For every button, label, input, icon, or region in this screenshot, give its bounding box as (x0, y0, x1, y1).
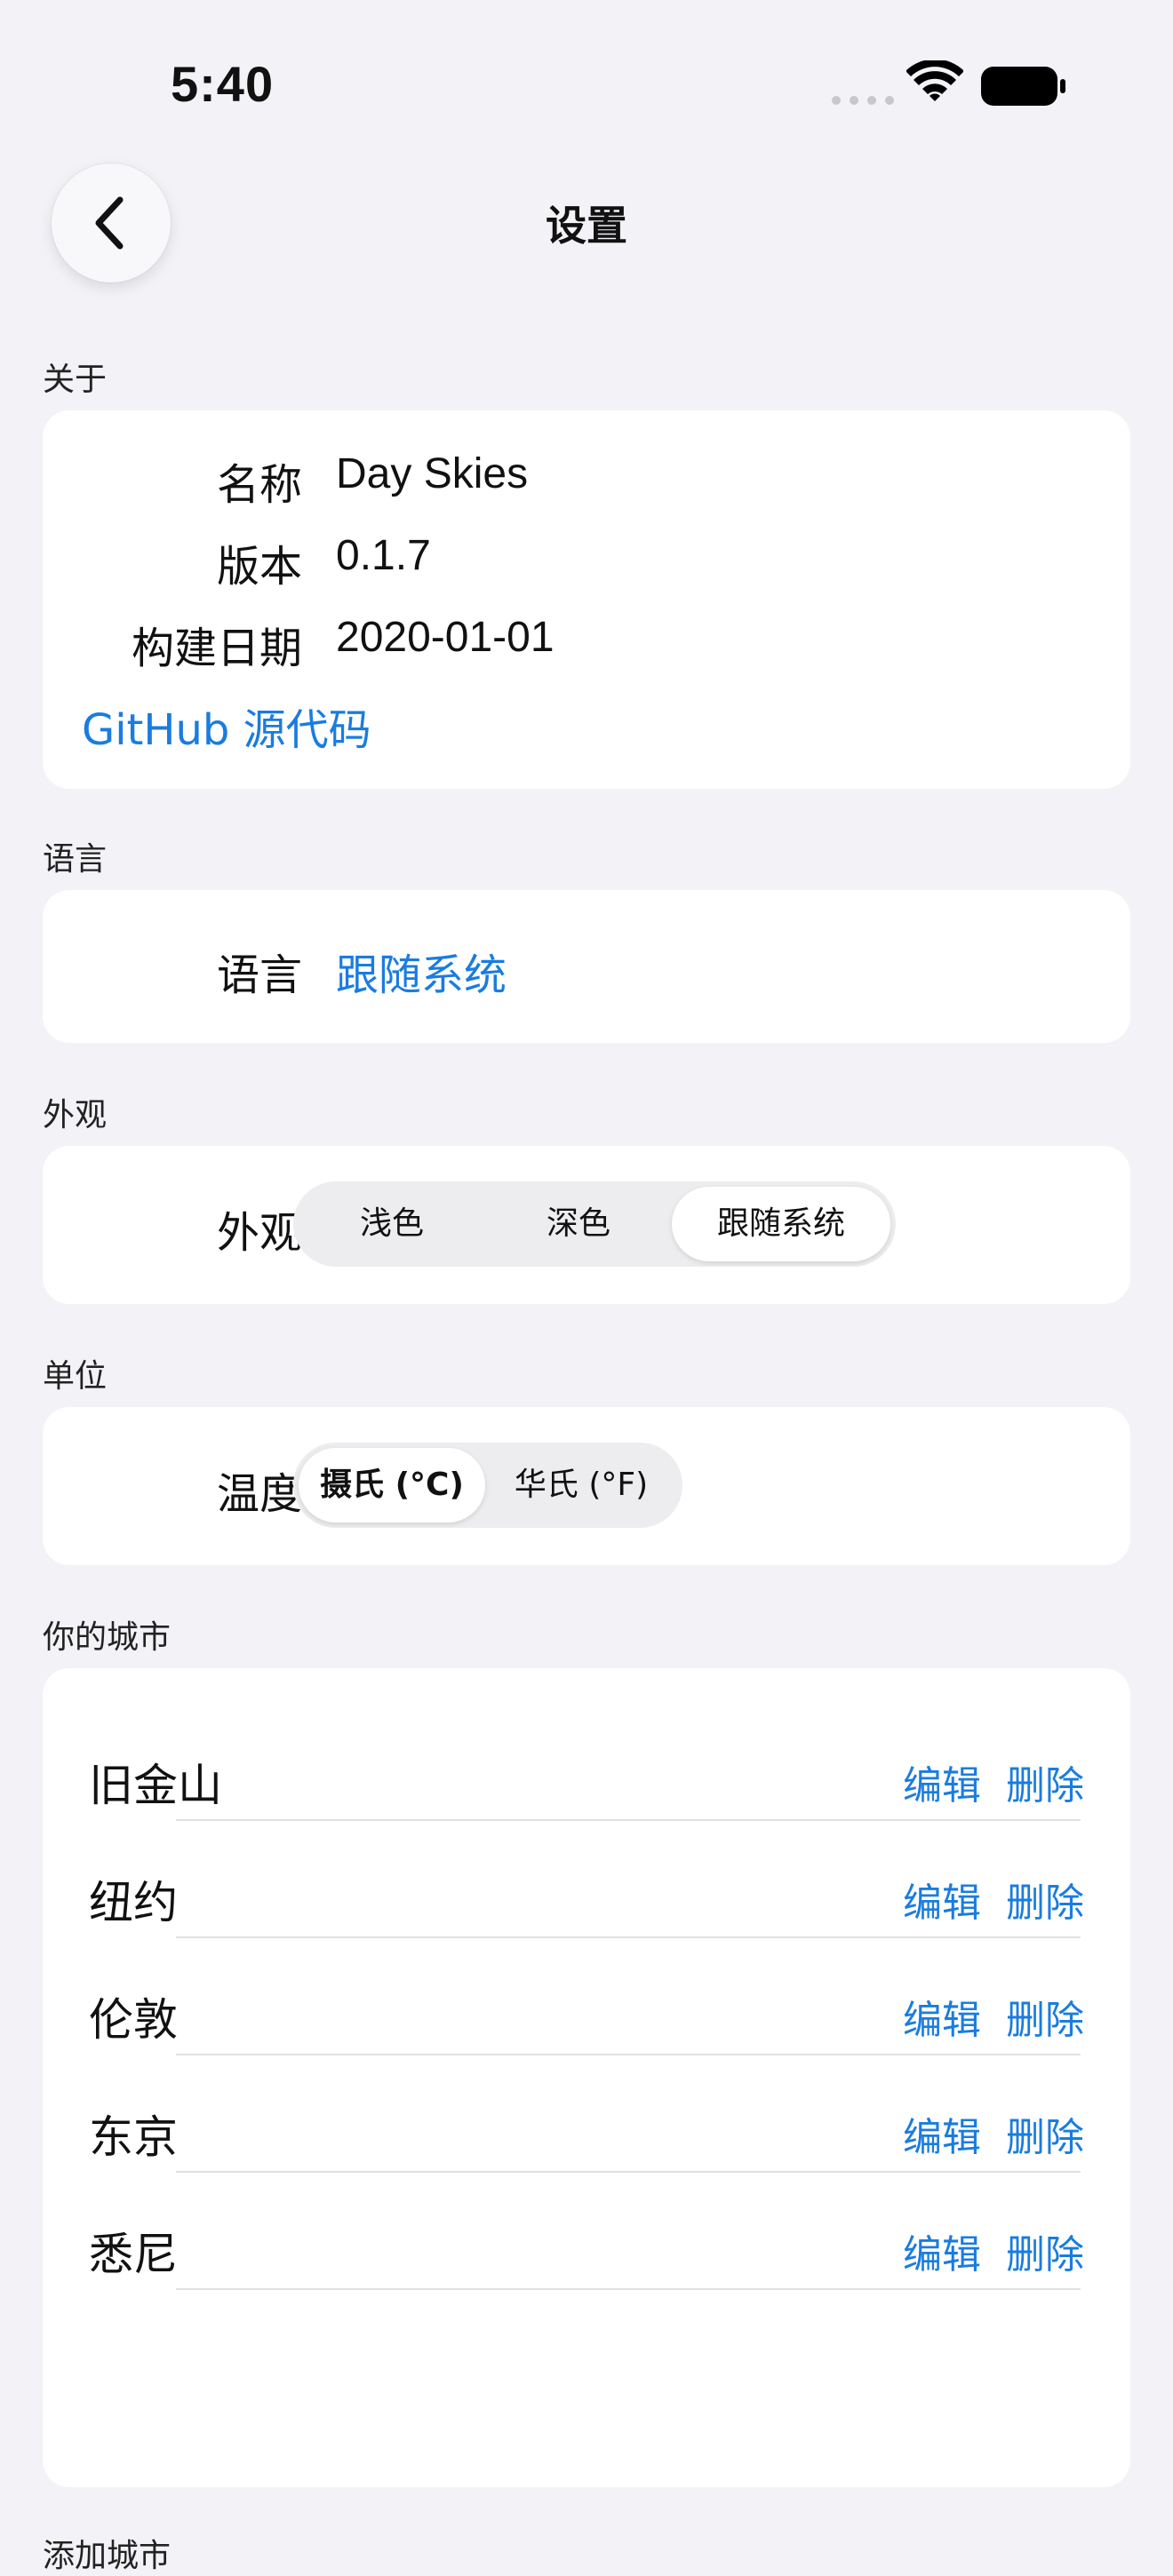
delete-city-button[interactable]: 删除 (1006, 1753, 1084, 1810)
delete-city-button[interactable]: 删除 (1006, 1988, 1084, 2045)
edit-city-button[interactable]: 编辑 (903, 1988, 981, 2045)
appearance-label: 外观 (216, 1208, 302, 1258)
city-row: 悉尼 编辑 删除 (43, 2185, 1130, 2302)
city-row: 伦敦 编辑 删除 (43, 1951, 1130, 2068)
temperature-option-celsius[interactable]: 摄氏 (°C) (299, 1448, 485, 1523)
section-header-cities: 你的城市 (43, 1619, 172, 1656)
edit-city-button[interactable]: 编辑 (903, 2105, 981, 2162)
section-header-add-city: 添加城市 (43, 2538, 172, 2574)
city-name: 旧金山 (89, 1760, 222, 1811)
build-date-value: 2020-01-01 (336, 614, 555, 661)
wifi-icon (906, 60, 963, 101)
name-label: 名称 (216, 460, 302, 510)
battery-icon (981, 67, 1065, 106)
divider (176, 2054, 1081, 2055)
city-name: 悉尼 (89, 2229, 178, 2280)
section-header-language: 语言 (43, 841, 108, 878)
delete-city-button[interactable]: 删除 (1006, 1871, 1084, 1928)
delete-city-button[interactable]: 删除 (1006, 2105, 1084, 2162)
appearance-card: 外观 浅色 深色 跟随系统 (43, 1146, 1130, 1304)
section-header-about: 关于 (43, 362, 108, 398)
name-value: Day Skies (336, 450, 529, 497)
city-name: 伦敦 (89, 1994, 178, 2046)
signal-icon (832, 96, 894, 105)
status-time: 5:40 (171, 56, 275, 112)
section-header-appearance: 外观 (43, 1097, 108, 1133)
section-header-units: 单位 (43, 1358, 108, 1395)
edit-city-button[interactable]: 编辑 (903, 1871, 981, 1928)
language-label: 语言 (216, 950, 302, 1000)
temperature-segmented-control: 摄氏 (°C) 华氏 (°F) (293, 1443, 682, 1528)
version-value: 0.1.7 (336, 532, 431, 579)
city-name: 东京 (89, 2111, 178, 2163)
version-label: 版本 (216, 542, 302, 592)
page-title: 设置 (546, 202, 627, 250)
city-row: 旧金山 编辑 删除 (43, 1716, 1130, 1833)
github-source-link[interactable]: GitHub 源代码 (82, 695, 371, 757)
edit-city-button[interactable]: 编辑 (903, 1753, 981, 1810)
delete-city-button[interactable]: 删除 (1006, 2222, 1084, 2279)
temperature-label: 温度 (216, 1469, 302, 1519)
appearance-option-dark[interactable]: 深色 (485, 1187, 672, 1261)
divider (176, 1936, 1081, 1938)
divider (176, 1819, 1081, 1821)
language-card: 语言 跟随系统 (43, 890, 1130, 1043)
city-name: 纽约 (89, 1877, 178, 1928)
city-row: 东京 编辑 删除 (43, 2068, 1130, 2185)
city-row: 纽约 编辑 删除 (43, 1833, 1130, 1951)
edit-city-button[interactable]: 编辑 (903, 2222, 981, 2279)
divider (176, 2288, 1081, 2290)
about-card: 名称 Day Skies 版本 0.1.7 构建日期 2020-01-01 Gi… (43, 410, 1130, 789)
appearance-segmented-control: 浅色 深色 跟随系统 (293, 1181, 896, 1267)
cities-card: 旧金山 编辑 删除 纽约 编辑 删除 伦敦 编辑 删除 东京 编辑 删除 悉尼 … (43, 1668, 1130, 2487)
appearance-option-light[interactable]: 浅色 (299, 1187, 485, 1261)
divider (176, 2171, 1081, 2173)
units-card: 温度 摄氏 (°C) 华氏 (°F) (43, 1407, 1130, 1565)
temperature-option-fahrenheit[interactable]: 华氏 (°F) (485, 1448, 677, 1523)
build-date-label: 构建日期 (131, 624, 302, 673)
language-value-link[interactable]: 跟随系统 (336, 940, 507, 1002)
appearance-option-system[interactable]: 跟随系统 (672, 1187, 890, 1261)
